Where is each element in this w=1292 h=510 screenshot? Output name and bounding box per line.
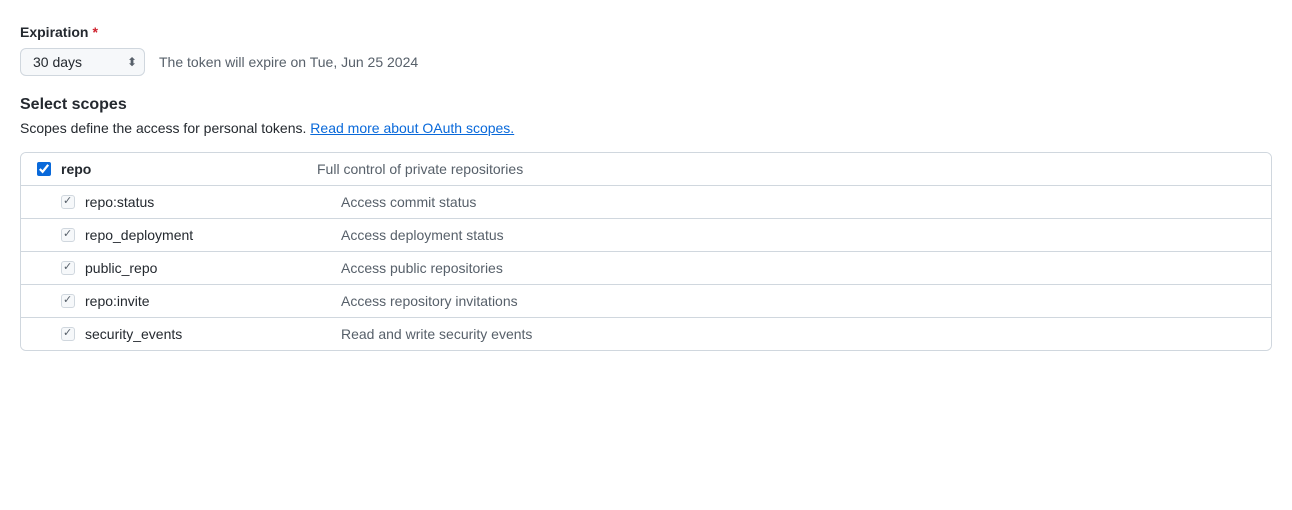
- repo-name: repo: [61, 161, 91, 177]
- repo-deployment-checkbox[interactable]: [61, 228, 75, 242]
- repo-deployment-description: Access deployment status: [341, 227, 1255, 243]
- security-events-checkbox[interactable]: [61, 327, 75, 341]
- expiration-row: 7 days 30 days 60 days 90 days Custom No…: [20, 48, 1272, 76]
- public-repo-checkbox-area: public_repo: [61, 260, 341, 276]
- scope-row-repo-status: repo:status Access commit status: [21, 186, 1271, 219]
- scopes-description: Scopes define the access for personal to…: [20, 120, 1272, 136]
- repo-status-name: repo:status: [85, 194, 154, 210]
- expiration-select[interactable]: 7 days 30 days 60 days 90 days Custom No…: [20, 48, 145, 76]
- security-events-description: Read and write security events: [341, 326, 1255, 342]
- oauth-scopes-link[interactable]: Read more about OAuth scopes.: [310, 120, 514, 136]
- repo-invite-name: repo:invite: [85, 293, 150, 309]
- repo-status-checkbox-area: repo:status: [61, 194, 341, 210]
- scopes-box: repo Full control of private repositorie…: [20, 152, 1272, 351]
- scope-row-public-repo: public_repo Access public repositories: [21, 252, 1271, 285]
- scope-row-repo: repo Full control of private repositorie…: [21, 153, 1271, 186]
- repo-deployment-name: repo_deployment: [85, 227, 193, 243]
- security-events-name: security_events: [85, 326, 182, 342]
- repo-checkbox-area: repo: [37, 161, 317, 177]
- repo-status-checkbox[interactable]: [61, 195, 75, 209]
- public-repo-name: public_repo: [85, 260, 157, 276]
- required-indicator: *: [92, 24, 97, 40]
- expiry-note: The token will expire on Tue, Jun 25 202…: [159, 54, 418, 70]
- repo-description: Full control of private repositories: [317, 161, 1255, 177]
- scopes-description-text: Scopes define the access for personal to…: [20, 120, 306, 136]
- expiration-label-row: Expiration *: [20, 24, 1272, 40]
- repo-status-description: Access commit status: [341, 194, 1255, 210]
- scope-row-repo-invite: repo:invite Access repository invitation…: [21, 285, 1271, 318]
- expiration-select-wrapper: 7 days 30 days 60 days 90 days Custom No…: [20, 48, 145, 76]
- scope-row-repo-deployment: repo_deployment Access deployment status: [21, 219, 1271, 252]
- repo-invite-checkbox-area: repo:invite: [61, 293, 341, 309]
- scopes-section: Select scopes Scopes define the access f…: [20, 96, 1272, 351]
- expiration-section: Expiration * 7 days 30 days 60 days 90 d…: [20, 24, 1272, 76]
- repo-checkbox[interactable]: [37, 162, 51, 176]
- repo-invite-checkbox[interactable]: [61, 294, 75, 308]
- security-events-checkbox-area: security_events: [61, 326, 341, 342]
- scopes-title: Select scopes: [20, 96, 1272, 114]
- repo-invite-description: Access repository invitations: [341, 293, 1255, 309]
- public-repo-description: Access public repositories: [341, 260, 1255, 276]
- repo-deployment-checkbox-area: repo_deployment: [61, 227, 341, 243]
- expiration-label: Expiration: [20, 24, 88, 40]
- scope-row-security-events: security_events Read and write security …: [21, 318, 1271, 350]
- public-repo-checkbox[interactable]: [61, 261, 75, 275]
